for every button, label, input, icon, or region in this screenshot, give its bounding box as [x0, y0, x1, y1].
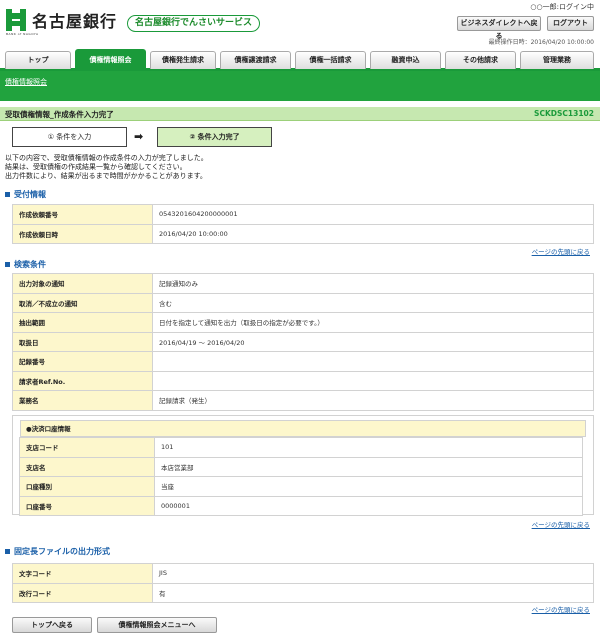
row-value: 日付を指定して通知を出力（取扱日の指定が必要です。）	[152, 312, 594, 333]
completion-message: 以下の内容で、受取債権情報の作成条件の入力が完了しました。 結果は、受取債権の作…	[5, 154, 208, 181]
row-key: 支店名	[19, 456, 155, 477]
table-row: 抽出範囲 日付を指定して通知を出力（取扱日の指定が必要です。）	[12, 312, 594, 333]
logout-button[interactable]: ログアウト	[547, 16, 594, 31]
row-key: 作成依頼番号	[12, 204, 153, 225]
row-value	[152, 351, 594, 372]
table-row: 取扱日 2016/04/19 ～ 2016/04/20	[12, 331, 594, 352]
row-value: 2016/04/20 10:00:00	[152, 223, 594, 244]
row-key: 取扱日	[12, 331, 153, 352]
section-title-text: 固定長ファイルの出力形式	[14, 547, 110, 556]
tab-claim-issue[interactable]: 債権発生請求	[150, 51, 216, 69]
message-line: 出力件数により、結果が出るまで時間がかかることがあります。	[5, 172, 207, 180]
header: 名古屋銀行 BANK of NAGOYA 名古屋銀行でんさいサービス ○○一郎:…	[0, 0, 600, 48]
row-key: 支店コード	[19, 437, 155, 458]
search-table: 出力対象の通知 記録通知のみ 取消／不成立の通知 含む 抽出範囲 日付を指定して通知を…	[12, 273, 594, 411]
row-key: 口座番号	[19, 495, 155, 516]
service-name: 名古屋銀行でんさいサービス	[127, 15, 260, 32]
row-value: 2016/04/19 ～ 2016/04/20	[152, 331, 594, 352]
row-value: JIS	[152, 563, 594, 584]
section-title-text: 検索条件	[14, 260, 46, 269]
tab-claim-bulk[interactable]: 債権一括請求	[295, 51, 366, 69]
table-row: 支店コード 101	[19, 437, 583, 458]
table-row: 記録番号	[12, 351, 594, 372]
table-row: 改行コード有	[12, 582, 594, 603]
row-value: 記録通知のみ	[152, 273, 594, 294]
last-operation: 最終操作日時：2016/04/20 10:00:00	[488, 39, 594, 46]
section-reception-title: 受付情報	[5, 189, 46, 200]
tab-loan[interactable]: 融資申込	[370, 51, 441, 69]
back-to-top-button[interactable]: トップへ戻る	[12, 617, 92, 633]
table-row: 作成依頼番号 0543201604200000001	[12, 204, 594, 225]
section-bullet-icon	[5, 549, 10, 554]
table-row: 請求者Ref.No.	[12, 370, 594, 391]
section-bullet-icon	[5, 262, 10, 267]
section-fixed-title: 固定長ファイルの出力形式	[5, 546, 110, 557]
business-direct-button[interactable]: ビジネスダイレクトへ戻る	[457, 16, 541, 40]
row-key: 作成依頼日時	[12, 223, 153, 244]
section-title-text: 受付情報	[14, 190, 46, 199]
row-value	[152, 370, 594, 391]
account-info-title: ●決済口座情報	[20, 420, 586, 437]
row-key: 取消／不成立の通知	[12, 292, 153, 313]
row-value: 含む	[152, 292, 594, 313]
table-row: 口座種別 当座	[19, 476, 583, 497]
tab-top[interactable]: トップ	[5, 51, 71, 69]
row-value: 有	[152, 582, 594, 603]
account-table: 支店コード 101 支店名 本店営業部 口座種別 当座 口座番号 0000001	[19, 437, 583, 516]
section-bullet-icon	[5, 192, 10, 197]
row-value: 本店営業部	[154, 456, 583, 477]
message-line: 結果は、受取債権の作成結果一覧から確認してください。	[5, 163, 187, 171]
row-key: 出力対象の通知	[12, 273, 153, 294]
row-key: 請求者Ref.No.	[12, 370, 153, 391]
row-value: 当座	[154, 476, 583, 497]
bank-sub: BANK of NAGOYA	[6, 32, 39, 36]
back-to-top-link[interactable]: ページの先頭に戻る	[532, 604, 590, 614]
table-row: 業務名 記録請求（発生）	[12, 390, 594, 411]
row-key: 改行コード	[12, 582, 153, 603]
tab-management[interactable]: 管理業務	[520, 51, 594, 69]
step-arrow-icon: ➡	[134, 130, 144, 143]
step-input: ① 条件を入力	[12, 127, 127, 147]
screen-id: SCKDSC13102	[534, 109, 594, 118]
row-value: 0000001	[154, 495, 583, 516]
back-to-top-link[interactable]: ページの先頭に戻る	[532, 519, 590, 529]
reception-table: 作成依頼番号 0543201604200000001 作成依頼日時 2016/0…	[12, 204, 594, 244]
table-row: 出力対象の通知 記録通知のみ	[12, 273, 594, 294]
row-key: 記録番号	[12, 351, 153, 372]
row-key: 業務名	[12, 390, 153, 411]
tab-claim-inquiry[interactable]: 債権情報照会	[75, 49, 146, 70]
back-to-top-link[interactable]: ページの先頭に戻る	[532, 246, 590, 256]
sub-navigation: 債権情報照会	[0, 71, 600, 101]
table-row: 取消／不成立の通知 含む	[12, 292, 594, 313]
message-line: 以下の内容で、受取債権情報の作成条件の入力が完了しました。	[5, 154, 208, 162]
page-title: 受取債権情報_作成条件入力完了	[5, 110, 114, 119]
step-complete: ② 条件入力完了	[157, 127, 272, 147]
user-status: ○○一郎:ログイン中	[530, 3, 594, 11]
row-key: 口座種別	[19, 476, 155, 497]
table-row: 作成依頼日時 2016/04/20 10:00:00	[12, 223, 594, 244]
row-value: 記録請求（発生）	[152, 390, 594, 411]
bank-logo: 名古屋銀行 BANK of NAGOYA	[6, 8, 118, 36]
bank-logo-icon	[6, 9, 26, 31]
table-row: 口座番号 0000001	[19, 495, 583, 516]
row-key: 文字コード	[12, 563, 153, 584]
table-row: 文字コード JIS	[12, 563, 594, 584]
main-tabs: トップ 債権情報照会 債権発生請求 債権譲渡請求 債権一括請求 融資申込 その他…	[0, 49, 600, 71]
row-value: 101	[154, 437, 583, 458]
claim-inquiry-menu-button[interactable]: 債権情報照会メニューへ	[97, 617, 217, 633]
bank-name: 名古屋銀行	[32, 12, 118, 31]
row-value: 0543201604200000001	[152, 204, 594, 225]
subnav-claim-inquiry[interactable]: 債権情報照会	[5, 77, 47, 87]
section-search-title: 検索条件	[5, 259, 46, 270]
tab-claim-transfer[interactable]: 債権譲渡請求	[220, 51, 291, 69]
row-key: 抽出範囲	[12, 312, 153, 333]
tab-other[interactable]: その他請求	[445, 51, 516, 69]
table-row: 支店名 本店営業部	[19, 456, 583, 477]
fixed-format-table: 文字コード JIS 改行コード有	[12, 563, 594, 603]
page-title-bar: 受取債権情報_作成条件入力完了 SCKDSC13102	[0, 107, 600, 121]
